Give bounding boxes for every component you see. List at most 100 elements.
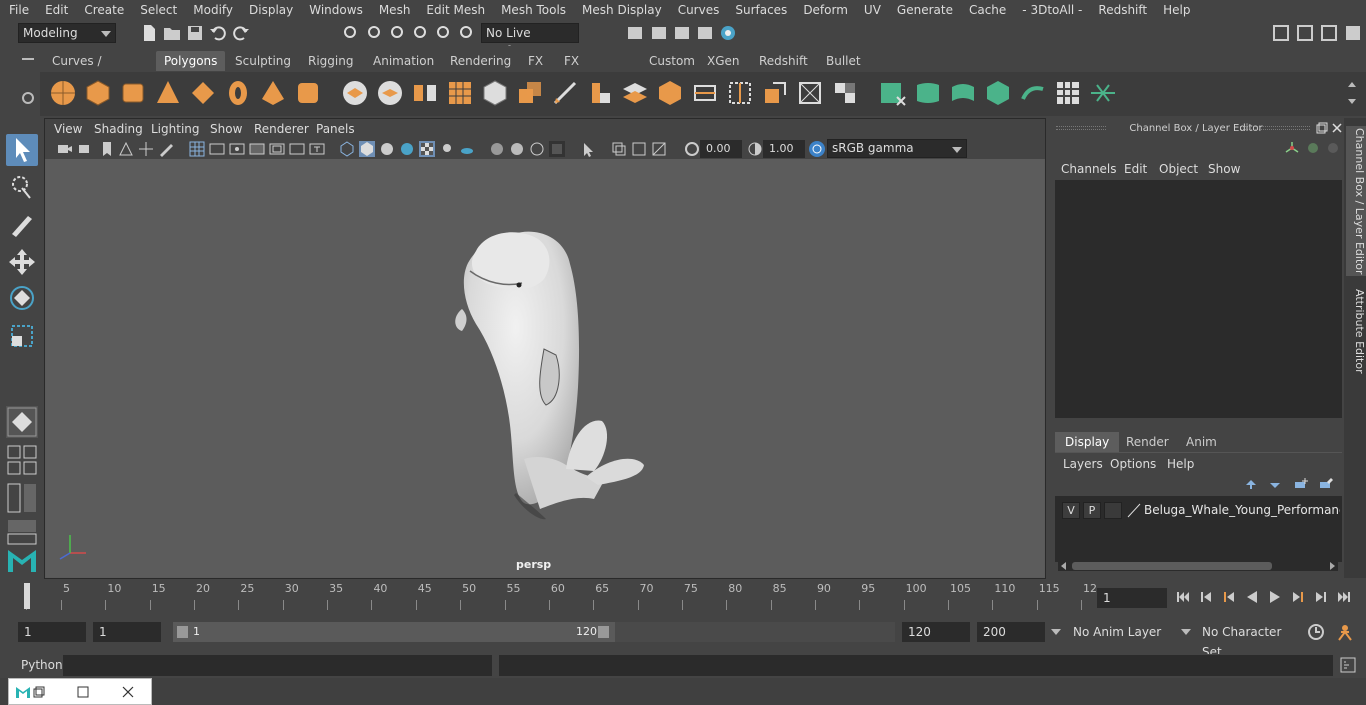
animation-preferences-icon[interactable] [1307, 623, 1325, 641]
menu-mesh-tools[interactable]: Mesh Tools [492, 3, 573, 17]
select-by-hierarchy-icon[interactable] [342, 24, 360, 42]
beluga-whale-model[interactable] [46, 159, 1044, 577]
viewport-menu-renderer[interactable]: Renderer [254, 122, 309, 136]
channel-list-area[interactable] [1055, 180, 1342, 418]
xray-components-icon[interactable] [651, 141, 667, 157]
select-by-object-icon[interactable] [366, 24, 384, 42]
step-back-key-icon[interactable] [1198, 589, 1214, 605]
safe-action-icon[interactable] [289, 141, 305, 157]
scrollbar-thumb[interactable] [1072, 562, 1272, 570]
append-polygon-icon[interactable] [656, 79, 684, 107]
go-to-end-icon[interactable] [1336, 589, 1352, 605]
menu-edit-mesh[interactable]: Edit Mesh [417, 3, 492, 17]
ipr-render-icon[interactable] [673, 24, 691, 42]
shelf-tab-fx-caching[interactable]: FX Caching [556, 51, 621, 88]
redo-icon[interactable] [232, 24, 250, 42]
maximize-icon[interactable] [77, 686, 89, 698]
new-scene-icon[interactable] [140, 24, 158, 42]
undo-icon[interactable] [209, 24, 227, 42]
layer-tab-render[interactable]: Render [1116, 432, 1179, 452]
reduce-icon[interactable] [481, 79, 509, 107]
step-back-frame-icon[interactable] [1221, 589, 1237, 605]
move-tool-icon[interactable] [6, 246, 38, 278]
insert-edge-loop-icon[interactable] [761, 79, 789, 107]
select-tool-icon[interactable] [6, 134, 38, 166]
tab-attribute-editor[interactable]: Attribute Editor [1346, 286, 1366, 376]
range-slider[interactable]: 1 120 [173, 622, 615, 642]
hypershade-icon[interactable] [719, 24, 737, 42]
screen-space-ao-icon[interactable] [489, 141, 505, 157]
restore-icon[interactable] [33, 686, 45, 698]
grid-icon[interactable] [189, 141, 205, 157]
layer-menu-help[interactable]: Help [1167, 457, 1194, 471]
select-by-component-icon[interactable] [389, 24, 407, 42]
poly-cone-icon[interactable] [154, 79, 182, 107]
textured-icon[interactable] [419, 141, 435, 157]
poly-torus-icon[interactable] [224, 79, 252, 107]
paint-select-tool-icon[interactable] [6, 208, 38, 240]
image-plane-icon[interactable] [118, 141, 134, 157]
uv-spherical-icon[interactable] [949, 79, 977, 107]
viewport-menu-show[interactable]: Show [210, 122, 242, 136]
lasso-tool-icon[interactable] [6, 172, 38, 204]
chevron-down-icon[interactable] [1051, 629, 1061, 635]
target-weld-icon[interactable] [726, 79, 754, 107]
wireframe-icon[interactable] [339, 141, 355, 157]
layout-outliner-icon[interactable] [6, 482, 38, 514]
close-icon[interactable] [122, 686, 134, 698]
render-settings-icon[interactable] [696, 24, 714, 42]
shelf-tab-custom[interactable]: Custom [641, 51, 703, 71]
scale-tool-icon[interactable] [6, 320, 38, 352]
viewport-menu-lighting[interactable]: Lighting [151, 122, 200, 136]
merge-icon[interactable] [831, 79, 859, 107]
shelf-settings-gear-icon[interactable] [21, 91, 35, 105]
play-backward-icon[interactable] [1244, 589, 1260, 605]
scroll-left-icon[interactable] [1060, 562, 1068, 570]
extrude-icon[interactable] [516, 79, 544, 107]
scroll-right-icon[interactable] [1328, 562, 1336, 570]
layer-tab-display[interactable]: Display [1055, 432, 1120, 452]
go-to-start-icon[interactable] [1175, 589, 1191, 605]
command-input[interactable] [63, 655, 492, 676]
menu-redshift[interactable]: Redshift [1089, 3, 1154, 17]
separate-icon[interactable] [376, 79, 404, 107]
bookmark-icon[interactable] [99, 141, 115, 157]
new-layer-from-selected-icon[interactable] [1318, 477, 1334, 491]
close-panel-icon[interactable] [1331, 122, 1343, 134]
2d-pan-zoom-icon[interactable] [138, 141, 154, 157]
menu-create[interactable]: Create [75, 3, 131, 17]
select-camera-icon[interactable] [57, 141, 73, 157]
move-layer-up-icon[interactable] [1244, 477, 1260, 491]
layer-visibility-toggle[interactable]: V [1062, 502, 1080, 519]
shelf-tab-redshift[interactable]: Redshift [751, 51, 816, 71]
script-editor-icon[interactable] [1340, 657, 1356, 673]
channel-sync-icon[interactable] [1306, 141, 1320, 155]
color-management-icon[interactable] [809, 141, 825, 157]
channel-box-toggle-icon[interactable] [1320, 24, 1338, 42]
menu-3dtoall[interactable]: - 3DtoAll - [1013, 3, 1089, 17]
current-frame-field[interactable]: 1 [1097, 588, 1167, 608]
soft-select-icon[interactable] [6, 406, 38, 438]
layer-playback-toggle[interactable]: P [1083, 502, 1101, 519]
field-chart-icon[interactable] [269, 141, 285, 157]
uv-unfold-icon[interactable] [1019, 79, 1047, 107]
shelf-tab-rigging[interactable]: Rigging [300, 51, 361, 71]
poly-cube-icon[interactable] [84, 79, 112, 107]
character-set-dropdown[interactable]: No Character Set [1196, 622, 1298, 659]
shelf-tab-polygons[interactable]: Polygons [156, 51, 226, 71]
fill-hole-icon[interactable] [691, 79, 719, 107]
playback-end-field[interactable]: 120 [902, 622, 970, 642]
layer-menu-layers[interactable]: Layers [1063, 457, 1103, 471]
gamma-field[interactable]: 1.00 [763, 140, 805, 158]
xray-icon[interactable] [611, 141, 627, 157]
channel-menu-object[interactable]: Object [1159, 162, 1198, 176]
gamma-icon[interactable] [747, 141, 763, 157]
smooth-icon[interactable] [446, 79, 474, 107]
menu-modify[interactable]: Modify [184, 3, 240, 17]
start-time-field[interactable]: 1 [18, 622, 86, 642]
new-layer-icon[interactable] [1293, 477, 1309, 491]
poly-pipe-icon[interactable] [294, 79, 322, 107]
xray-joints-icon[interactable] [631, 141, 647, 157]
smooth-shade-icon[interactable] [359, 141, 375, 157]
film-gate-icon[interactable] [209, 141, 225, 157]
